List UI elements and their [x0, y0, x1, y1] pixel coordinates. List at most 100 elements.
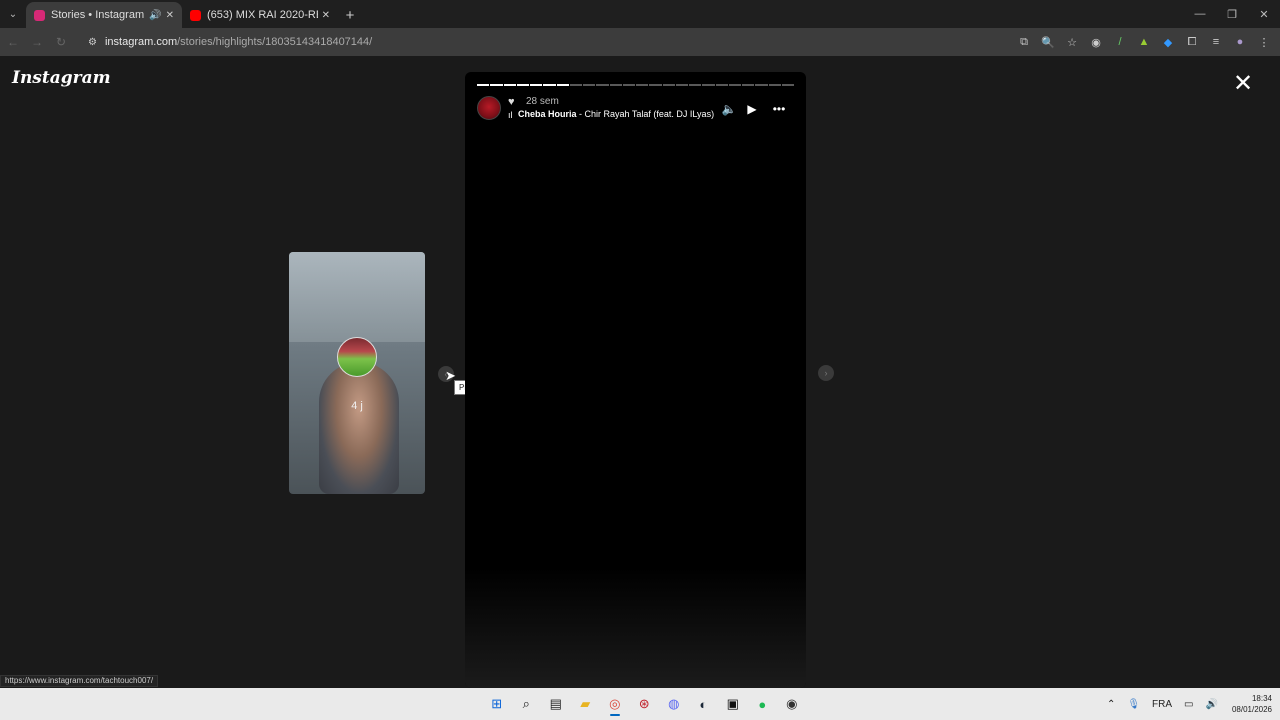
progress-segment — [556, 84, 569, 86]
story-photo — [289, 252, 425, 342]
discord-icon[interactable]: ◍ — [659, 692, 689, 716]
avatar[interactable] — [477, 96, 501, 120]
highlight-heart-icon: ♥ — [508, 96, 515, 108]
chrome-icon[interactable]: ◎ — [600, 692, 630, 716]
clock-time: 18:34 — [1251, 694, 1272, 703]
instagram-logo[interactable]: Instagram — [12, 68, 111, 88]
extension-icon[interactable]: ◆ — [1156, 31, 1180, 53]
story-age: 4 j — [351, 400, 363, 412]
close-tab-icon[interactable]: ✕ — [322, 10, 330, 21]
progress-segment — [503, 84, 516, 86]
more-options-icon[interactable]: ••• — [770, 100, 788, 118]
progress-segment — [636, 84, 649, 86]
system-tray: ⌃ 🎙 FRA ▭ 🔊 18:34 08/01/2026 — [1095, 692, 1272, 716]
progress-segment — [477, 84, 490, 86]
app-icon[interactable]: ▣ — [718, 692, 748, 716]
previous-story-card[interactable]: 4 j — [289, 252, 425, 494]
forward-icon[interactable]: → — [26, 31, 48, 53]
install-app-icon[interactable]: ⧉ — [1012, 31, 1036, 53]
progress-segment — [490, 84, 503, 86]
profile-avatar-icon[interactable]: ● — [1228, 31, 1252, 53]
steam-icon[interactable]: ◐ — [689, 692, 719, 716]
menu-kebab-icon[interactable]: ⋮ — [1252, 31, 1276, 53]
music-song: - Chir Rayah Talaf (feat. DJ ILyas) — [576, 109, 715, 119]
app-icon[interactable]: ◉ — [777, 692, 807, 716]
taskbar-apps: ⊞ ⌕ ▤ ▰ ◎ ⊛ ◍ ◐ ▣ ● ◉ — [482, 692, 807, 716]
progress-segment — [543, 84, 556, 86]
spotify-icon[interactable]: ● — [748, 692, 778, 716]
network-icon[interactable]: ▭ — [1184, 699, 1193, 710]
minimize-icon[interactable]: — — [1184, 0, 1216, 28]
progress-segment — [516, 84, 529, 86]
extensions-puzzle-icon[interactable]: ⧠ — [1180, 31, 1204, 53]
story-photo-person — [319, 362, 399, 494]
progress-segment — [728, 84, 741, 86]
stories-page: Instagram ✕ 4 j ‹ ➤ Précédente › ♥ 28 se… — [0, 56, 1280, 688]
windows-taskbar: ⊞ ⌕ ▤ ▰ ◎ ⊛ ◍ ◐ ▣ ● ◉ ⌃ 🎙 FRA ▭ 🔊 18:34 … — [0, 688, 1280, 720]
progress-segment — [675, 84, 688, 86]
next-arrow-icon[interactable]: › — [818, 365, 834, 381]
story-bottom-gradient — [465, 568, 806, 688]
new-tab-button[interactable]: + — [338, 2, 362, 28]
instagram-favicon-icon — [34, 9, 45, 21]
language-indicator[interactable]: FRA — [1152, 699, 1172, 710]
progress-segment — [742, 84, 755, 86]
music-artist: Cheba Houria — [518, 109, 577, 119]
browser-toolbar: ← → ↻ ⚙ instagram.com/stories/highlights… — [0, 28, 1280, 56]
story-progress-bar — [477, 84, 794, 86]
progress-segment — [583, 84, 596, 86]
toolbar-actions: ⧉ 🔍 ☆ ◉ / ▲ ◆ ⧠ ≡ ● ⋮ — [1012, 31, 1276, 53]
play-icon[interactable]: ▶ — [743, 100, 761, 118]
window-controls: — ❐ ✕ — [1184, 0, 1280, 28]
extension-icon[interactable]: / — [1108, 31, 1132, 53]
link-status-bar: https://www.instagram.com/tachtouch007/ — [0, 675, 159, 687]
progress-segment — [609, 84, 622, 86]
progress-segment — [768, 84, 781, 86]
progress-segment — [530, 84, 543, 86]
site-info-icon[interactable]: ⚙ — [88, 37, 97, 48]
task-view-icon[interactable]: ▤ — [541, 692, 571, 716]
progress-segment — [702, 84, 715, 86]
progress-segment — [569, 84, 582, 86]
volume-icon[interactable]: 🔊 — [1206, 699, 1218, 710]
volume-icon[interactable]: 🔈 — [720, 100, 738, 118]
clock[interactable]: 18:34 08/01/2026 — [1232, 693, 1272, 715]
progress-segment — [622, 84, 635, 86]
tab-search-icon[interactable]: ⌄ — [0, 0, 26, 28]
story-viewer[interactable]: ♥ 28 sem ıl Cheba Houria - Chir Rayah Ta… — [465, 72, 806, 688]
restore-icon[interactable]: ❐ — [1216, 0, 1248, 28]
close-icon[interactable]: ✕ — [1231, 72, 1255, 96]
search-icon[interactable]: ⌕ — [512, 692, 542, 716]
reload-icon[interactable]: ↻ — [50, 31, 72, 53]
speaker-icon[interactable]: 🔊 — [149, 10, 161, 21]
reading-list-icon[interactable]: ≡ — [1204, 31, 1228, 53]
progress-segment — [662, 84, 675, 86]
tab-strip: ⌄ Stories • Instagram 🔊 ✕ (653) MIX RAI … — [0, 0, 1280, 28]
tab-instagram[interactable]: Stories • Instagram 🔊 ✕ — [26, 2, 182, 28]
progress-segment — [596, 84, 609, 86]
progress-segment — [715, 84, 728, 86]
file-explorer-icon[interactable]: ▰ — [571, 692, 601, 716]
back-icon[interactable]: ← — [2, 31, 24, 53]
story-header: ♥ 28 sem ıl Cheba Houria - Chir Rayah Ta… — [477, 94, 794, 122]
address-bar[interactable]: ⚙ instagram.com/stories/highlights/18035… — [80, 31, 1000, 53]
extension-icon[interactable]: ▲ — [1132, 31, 1156, 53]
progress-segment — [649, 84, 662, 86]
clock-date: 08/01/2026 — [1231, 705, 1272, 714]
app-icon[interactable]: ⊛ — [630, 692, 660, 716]
extension-icon[interactable]: ◉ — [1084, 31, 1108, 53]
close-tab-icon[interactable]: ✕ — [166, 10, 174, 21]
chevron-up-icon[interactable]: ⌃ — [1107, 699, 1115, 710]
tab-title: Stories • Instagram — [51, 9, 145, 21]
zoom-icon[interactable]: 🔍 — [1036, 31, 1060, 53]
windows-start-icon[interactable]: ⊞ — [482, 692, 512, 716]
music-label[interactable]: Cheba Houria - Chir Rayah Talaf (feat. D… — [518, 109, 714, 119]
bookmark-star-icon[interactable]: ☆ — [1060, 31, 1084, 53]
url-path: /stories/highlights/18035143418407144/ — [177, 36, 373, 48]
microphone-icon[interactable]: 🎙 — [1127, 699, 1140, 710]
close-window-icon[interactable]: ✕ — [1248, 0, 1280, 28]
youtube-favicon-icon — [190, 9, 201, 21]
progress-segment — [755, 84, 768, 86]
story-time: 28 sem — [526, 96, 559, 107]
tab-youtube[interactable]: (653) MIX RAI 2020-REMIX ALL ✕ — [182, 2, 338, 28]
